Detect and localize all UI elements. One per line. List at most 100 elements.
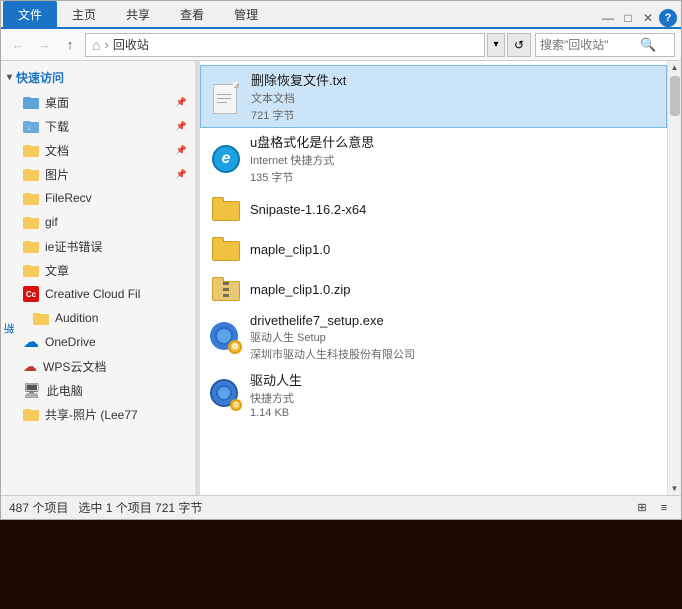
sidebar-item-gif[interactable]: gif	[1, 210, 195, 234]
file-item-maple-zip[interactable]: maple_clip1.0.zip	[200, 269, 667, 309]
sidebar-item-articles[interactable]: 文章	[1, 258, 195, 282]
downloads-folder-icon: ↓	[23, 119, 39, 133]
grid-view-button[interactable]: ⊞	[633, 499, 651, 517]
address-field[interactable]: ⌂ › 回收站	[85, 33, 485, 57]
sidebar: 新 ▾ 快速访问 桌面 📌 ↓ 下载 📌	[1, 61, 196, 495]
sidebar-item-creative-cloud[interactable]: Cc Creative Cloud Fil	[1, 282, 195, 306]
scroll-down-button[interactable]: ▼	[671, 482, 679, 495]
file-size-txt: 721 字节	[251, 107, 656, 123]
explorer-window: 文件 主页 共享 查看 管理 — □ ✕ ? ← → ↑ ⌂ › 回收站 ▾ ↺…	[0, 0, 682, 520]
file-meta1-drive: 驱动人生 Setup	[250, 329, 657, 345]
shared-folder-icon	[23, 407, 39, 421]
sidebar-item-onedrive[interactable]: ☁ OneDrive	[1, 330, 195, 354]
tab-view[interactable]: 查看	[165, 1, 219, 27]
drive-setup-icon: ⚙	[210, 322, 242, 354]
creative-cloud-icon: Cc	[23, 286, 39, 302]
scrollbar-thumb[interactable]	[670, 76, 680, 116]
audition-label: Audition	[55, 311, 98, 325]
articles-label: 文章	[45, 262, 69, 279]
pin-icon-dl: 📌	[176, 121, 187, 132]
search-box[interactable]: 🔍	[535, 33, 675, 57]
quick-access-header[interactable]: ▾ 快速访问	[1, 65, 195, 90]
minimize-icon[interactable]: —	[599, 9, 617, 27]
file-name-snipaste: Snipaste-1.16.2-x64	[250, 202, 657, 217]
sidebar-item-desktop[interactable]: 桌面 📌	[1, 90, 195, 114]
file-info-snipaste: Snipaste-1.16.2-x64	[250, 202, 657, 217]
file-item-ie[interactable]: e u盘格式化是什么意思 Internet 快捷方式 135 字节	[200, 128, 667, 189]
file-meta-txt: 文本文档	[251, 90, 656, 106]
refresh-button[interactable]: ↺	[507, 33, 531, 57]
wps-icon: ☁	[23, 358, 37, 375]
articles-folder-icon	[23, 263, 39, 277]
sidebar-item-pictures[interactable]: 图片 📌	[1, 162, 195, 186]
downloads-label: 下载	[45, 118, 69, 135]
file-item-drive-shortcut[interactable]: ⚙ 驱动人生 快捷方式 1.14 KB	[200, 366, 667, 423]
status-bar: 487 个项目 选中 1 个项目 721 字节 ⊞ ≡	[1, 495, 681, 519]
pin-icon-doc: 📌	[176, 145, 187, 156]
sidebar-item-wps[interactable]: ☁ WPS云文档	[1, 354, 195, 378]
sidebar-item-iecert[interactable]: ie证书错误	[1, 234, 195, 258]
sidebar-item-shared[interactable]: 共享-照片 (Lee77	[1, 402, 195, 426]
help-icon[interactable]: ?	[659, 9, 677, 27]
file-info-drive-setup: drivethelife7_setup.exe 驱动人生 Setup 深圳市驱动…	[250, 313, 657, 362]
audition-folder-icon	[33, 311, 49, 325]
search-icon[interactable]: 🔍	[640, 37, 656, 53]
sidebar-item-audition[interactable]: Audition	[1, 306, 195, 330]
selected-info: 选中 1 个项目 721 字节	[78, 499, 202, 516]
address-dropdown-button[interactable]: ▾	[487, 33, 505, 57]
file-item-snipaste[interactable]: Snipaste-1.16.2-x64	[200, 189, 667, 229]
quick-access-arrow: ▾	[7, 72, 12, 83]
sidebar-item-documents[interactable]: 文档 📌	[1, 138, 195, 162]
sidebar-item-downloads[interactable]: ↓ 下载 📌	[1, 114, 195, 138]
file-size-shortcut: 1.14 KB	[250, 407, 657, 419]
item-count: 487 个项目	[9, 499, 68, 516]
snipaste-folder-icon	[210, 193, 242, 225]
documents-folder-icon	[23, 143, 39, 157]
txt-file-icon	[211, 81, 243, 113]
this-pc-label: 此电脑	[47, 382, 83, 399]
file-info-ie: u盘格式化是什么意思 Internet 快捷方式 135 字节	[250, 132, 657, 185]
maximize-icon[interactable]: □	[619, 9, 637, 27]
tab-home[interactable]: 主页	[57, 1, 111, 27]
file-info-maple-zip: maple_clip1.0.zip	[250, 282, 657, 297]
status-bar-right: ⊞ ≡	[633, 499, 673, 517]
forward-button[interactable]: →	[33, 34, 55, 56]
shared-label: 共享-照片 (Lee77	[45, 406, 138, 423]
file-name-maple-zip: maple_clip1.0.zip	[250, 282, 657, 297]
up-button[interactable]: ↑	[59, 34, 81, 56]
gif-label: gif	[45, 215, 58, 229]
file-item-maple[interactable]: maple_clip1.0	[200, 229, 667, 269]
tab-manage[interactable]: 管理	[219, 1, 273, 27]
tab-share[interactable]: 共享	[111, 1, 165, 27]
sidebar-item-this-pc[interactable]: 🖥 此电脑	[1, 378, 195, 402]
file-name-maple: maple_clip1.0	[250, 242, 657, 257]
address-bar: ← → ↑ ⌂ › 回收站 ▾ ↺ 🔍	[1, 29, 681, 61]
file-info-maple: maple_clip1.0	[250, 242, 657, 257]
breadcrumb-home-icon: ⌂	[92, 37, 100, 53]
file-name-drive-shortcut: 驱动人生	[250, 370, 657, 389]
pictures-folder-icon	[23, 167, 39, 181]
file-item-txt[interactable]: 删除恢复文件.txt 文本文档 721 字节	[200, 65, 667, 128]
maple-zip-icon	[210, 273, 242, 305]
maple-folder-icon	[210, 233, 242, 265]
list-view-button[interactable]: ≡	[655, 499, 673, 517]
creative-cloud-label: Creative Cloud Fil	[45, 287, 140, 301]
close-icon[interactable]: ✕	[639, 9, 657, 27]
search-input[interactable]	[540, 38, 640, 52]
current-location: 回收站	[113, 36, 149, 53]
scroll-up-button[interactable]: ▲	[671, 61, 679, 74]
file-name-ie: u盘格式化是什么意思	[250, 132, 657, 151]
sidebar-item-filerecv[interactable]: FileRecv	[1, 186, 195, 210]
file-size-ie: 135 字节	[250, 169, 657, 185]
documents-label: 文档	[45, 142, 69, 159]
pictures-label: 图片	[45, 166, 69, 183]
back-button[interactable]: ←	[7, 34, 29, 56]
file-info-drive-shortcut: 驱动人生 快捷方式 1.14 KB	[250, 370, 657, 419]
file-info-txt: 删除恢复文件.txt 文本文档 721 字节	[251, 70, 656, 123]
file-list: 删除恢复文件.txt 文本文档 721 字节 e u盘格式化是什么意思 Inte…	[200, 61, 667, 495]
file-meta-ie: Internet 快捷方式	[250, 152, 657, 168]
tab-file[interactable]: 文件	[3, 1, 57, 27]
file-item-drive-setup[interactable]: ⚙ drivethelife7_setup.exe 驱动人生 Setup 深圳市…	[200, 309, 667, 366]
drive-shortcut-icon: ⚙	[210, 379, 242, 411]
scrollbar-track[interactable]: ▲ ▼	[667, 61, 681, 495]
